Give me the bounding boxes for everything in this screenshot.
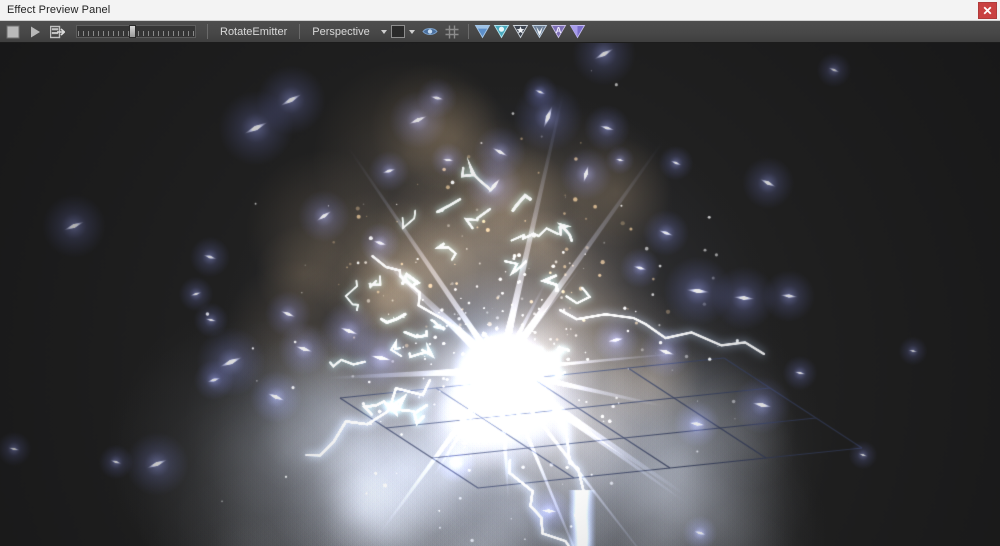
- gem-button-2[interactable]: [493, 22, 512, 42]
- gem-button-3[interactable]: [512, 22, 531, 42]
- gem-split-icon: [531, 24, 548, 38]
- close-button[interactable]: [978, 1, 997, 19]
- gem-teal-icon: [493, 24, 510, 38]
- color-chevron-down-icon[interactable]: [408, 29, 415, 34]
- toolbar-separator-2: [299, 24, 301, 39]
- gem-purple-icon: [569, 24, 586, 38]
- gem-button-4[interactable]: [531, 22, 550, 42]
- close-x-icon: [983, 6, 992, 14]
- timeline-handle[interactable]: [129, 25, 137, 38]
- background-color-swatch[interactable]: [390, 25, 405, 38]
- title-bar: Effect Preview Panel: [0, 0, 1000, 21]
- view-mode-label[interactable]: Perspective: [305, 26, 376, 38]
- play-button[interactable]: [24, 22, 46, 42]
- effect-preview-window: Effect Preview Panel RotateEmitter Persp…: [0, 0, 1000, 546]
- export-button[interactable]: [46, 22, 68, 42]
- gem-star-icon: [512, 24, 529, 38]
- gem-button-1[interactable]: [474, 22, 493, 42]
- timeline-scrubber[interactable]: [76, 25, 196, 38]
- stop-button[interactable]: [2, 22, 24, 42]
- toolbar: RotateEmitter Perspective A: [0, 21, 1000, 43]
- export-film-icon: [49, 25, 65, 38]
- gem-button-5[interactable]: A: [550, 22, 569, 42]
- stop-square-icon: [6, 25, 20, 38]
- play-triangle-icon: [31, 26, 40, 37]
- effect-preview-viewport[interactable]: [0, 43, 1000, 546]
- svg-text:A: A: [555, 26, 561, 35]
- eye-visibility-icon: [422, 28, 438, 35]
- mode-label[interactable]: RotateEmitter: [213, 26, 294, 38]
- toolbar-separator-1: [207, 24, 208, 39]
- particle-effect-canvas[interactable]: [0, 43, 1000, 546]
- gem-button-6[interactable]: [569, 22, 588, 42]
- view-chevron-down-icon[interactable]: [380, 29, 387, 34]
- toolbar-separator-3: [467, 24, 469, 39]
- gem-blue-icon: [474, 24, 491, 38]
- gem-letter-a-icon: A: [550, 24, 567, 38]
- grid-toggle-icon: [445, 25, 459, 38]
- page-title: Effect Preview Panel: [7, 4, 111, 16]
- visibility-toggle-button[interactable]: [419, 22, 441, 42]
- grid-toggle-button[interactable]: [441, 22, 463, 42]
